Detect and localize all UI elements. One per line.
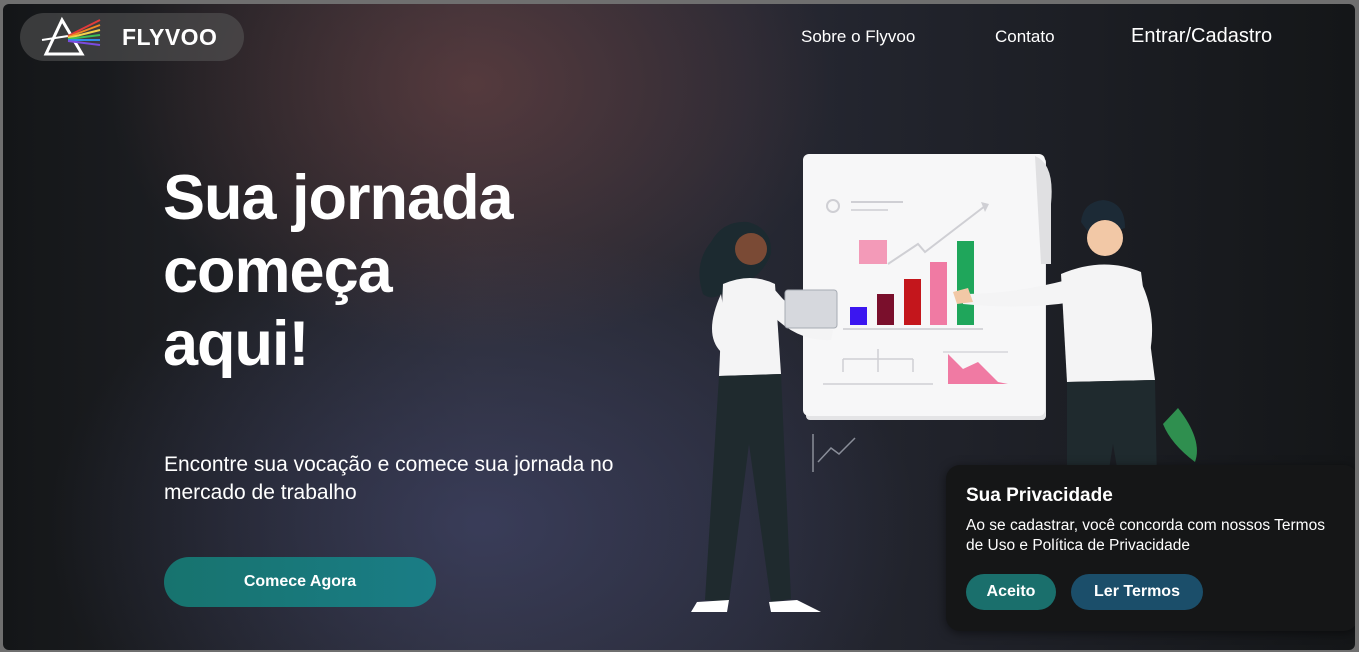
brand-logo[interactable]: FLYVOO (20, 13, 244, 61)
privacy-title: Sua Privacidade (966, 485, 1113, 506)
prism-icon (41, 16, 101, 56)
accept-button[interactable]: Aceito (966, 574, 1056, 610)
hero-title: Sua jornada começa aqui! (163, 162, 583, 381)
hero-subtitle: Encontre sua vocação e comece sua jornad… (164, 453, 614, 504)
nav-link-login[interactable]: Entrar/Cadastro (1131, 25, 1272, 48)
hero-title-line3: aqui! (163, 309, 309, 379)
hero-title-line1: Sua jornada (163, 163, 514, 233)
hero-title-line2: começa (163, 236, 393, 306)
chart-bar-2 (877, 294, 894, 325)
chart-bar-3 (904, 279, 921, 325)
chart-bar-5 (957, 241, 974, 325)
nav-link-contact[interactable]: Contato (995, 27, 1055, 47)
chart-bar-4 (930, 262, 947, 325)
brand-name: FLYVOO (122, 23, 218, 50)
nav-link-about[interactable]: Sobre o Flyvoo (801, 27, 915, 47)
flipchart-board (803, 154, 1052, 472)
get-started-button[interactable]: Comece Agora (164, 557, 436, 607)
read-terms-button[interactable]: Ler Termos (1071, 574, 1203, 610)
page-frame: FLYVOO Sobre o Flyvoo Contato Entrar/Cad… (3, 4, 1355, 650)
privacy-notice: Sua Privacidade Ao se cadastrar, você co… (946, 465, 1355, 631)
chart-bar-1 (850, 307, 867, 325)
privacy-text: Ao se cadastrar, você concorda com nosso… (966, 517, 1325, 554)
